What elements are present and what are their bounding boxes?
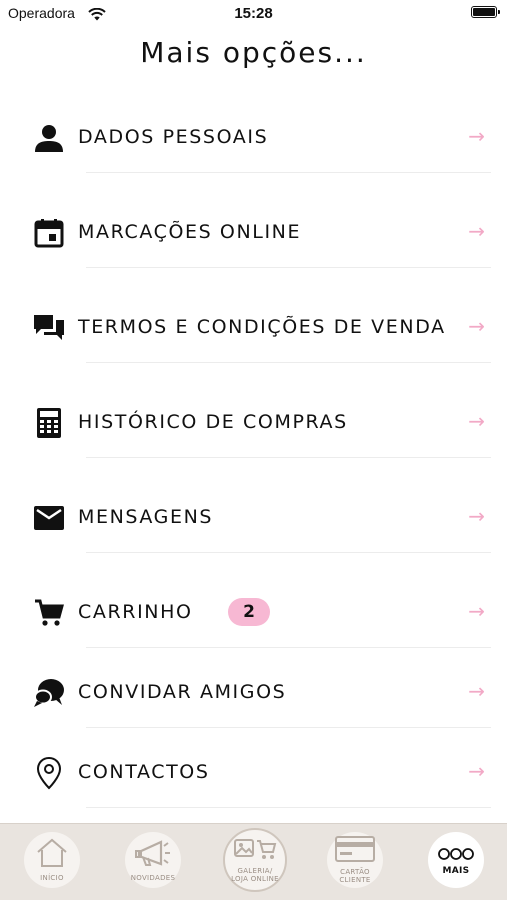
card-icon bbox=[335, 836, 375, 866]
tab-galeria-loja[interactable]: GALERIA/ LOJA ONLINE bbox=[223, 828, 287, 892]
status-bar: Operadora 15:28 bbox=[0, 0, 507, 28]
menu-item-dados-pessoais[interactable]: DADOS PESSOAIS → bbox=[0, 108, 507, 173]
chat-bubbles-icon bbox=[32, 311, 66, 345]
tab-label: INÍCIO bbox=[40, 874, 64, 882]
tab-mais[interactable]: MAIS bbox=[428, 832, 484, 888]
menu-item-label: MENSAGENS bbox=[78, 506, 214, 528]
tab-inicio[interactable]: INÍCIO bbox=[24, 832, 80, 888]
divider bbox=[86, 647, 491, 648]
menu-item-termos-condicoes[interactable]: TERMOS E CONDIÇÕES DE VENDA → bbox=[0, 298, 507, 363]
menu-item-marcacoes-online[interactable]: MARCAÇÕES ONLINE → bbox=[0, 203, 507, 268]
arrow-right-icon: → bbox=[468, 219, 485, 243]
cart-count-badge: 2 bbox=[228, 598, 270, 626]
cart-icon bbox=[32, 596, 66, 630]
menu-item-label: TERMOS E CONDIÇÕES DE VENDA bbox=[78, 316, 446, 338]
arrow-right-icon: → bbox=[468, 504, 485, 528]
arrow-right-icon: → bbox=[468, 759, 485, 783]
divider bbox=[86, 172, 491, 173]
envelope-icon bbox=[32, 501, 66, 535]
tab-label: NOVIDADES bbox=[130, 874, 176, 882]
page-title: Mais opções... bbox=[140, 36, 367, 69]
bottom-tab-bar: INÍCIO NOVIDADES GALERIA/ LOJA ONLINE CA… bbox=[0, 823, 507, 900]
speech-bubbles-icon bbox=[32, 676, 66, 710]
menu-item-label: CARRINHO bbox=[78, 601, 193, 623]
arrow-right-icon: → bbox=[468, 409, 485, 433]
tab-label: CARTÃO CLIENTE bbox=[339, 868, 371, 884]
tab-cartao-cliente[interactable]: CARTÃO CLIENTE bbox=[327, 832, 383, 888]
menu-item-label: CONTACTOS bbox=[78, 761, 210, 783]
megaphone-icon bbox=[135, 838, 171, 872]
menu-item-mensagens[interactable]: MENSAGENS → bbox=[0, 488, 507, 553]
menu-item-convidar-amigos[interactable]: CONVIDAR AMIGOS → bbox=[0, 663, 507, 728]
arrow-right-icon: → bbox=[468, 599, 485, 623]
home-icon bbox=[35, 838, 69, 872]
calendar-icon bbox=[32, 216, 66, 250]
tab-label: MAIS bbox=[442, 865, 470, 876]
arrow-right-icon: → bbox=[468, 314, 485, 338]
arrow-right-icon: → bbox=[468, 679, 485, 703]
menu-item-contactos[interactable]: CONTACTOS → bbox=[0, 743, 507, 808]
menu-item-label: CONVIDAR AMIGOS bbox=[78, 681, 287, 703]
more-icon bbox=[437, 846, 475, 865]
arrow-right-icon: → bbox=[468, 124, 485, 148]
divider bbox=[86, 457, 491, 458]
person-icon bbox=[32, 121, 66, 155]
clock: 15:28 bbox=[234, 5, 273, 22]
menu-item-label: MARCAÇÕES ONLINE bbox=[78, 221, 302, 243]
gallery-cart-icon bbox=[233, 837, 277, 865]
divider bbox=[86, 807, 491, 808]
menu-item-label: DADOS PESSOAIS bbox=[78, 126, 269, 148]
tab-novidades[interactable]: NOVIDADES bbox=[125, 832, 181, 888]
tab-label: GALERIA/ LOJA ONLINE bbox=[231, 867, 279, 883]
menu-item-carrinho[interactable]: CARRINHO 2 → bbox=[0, 583, 507, 648]
divider bbox=[86, 267, 491, 268]
menu-item-label: HISTÓRICO DE COMPRAS bbox=[78, 411, 348, 433]
divider bbox=[86, 727, 491, 728]
battery-icon bbox=[471, 6, 500, 18]
divider bbox=[86, 552, 491, 553]
divider bbox=[86, 362, 491, 363]
calculator-icon bbox=[32, 406, 66, 440]
location-pin-icon bbox=[32, 756, 66, 790]
menu-item-historico-compras[interactable]: HISTÓRICO DE COMPRAS → bbox=[0, 393, 507, 458]
